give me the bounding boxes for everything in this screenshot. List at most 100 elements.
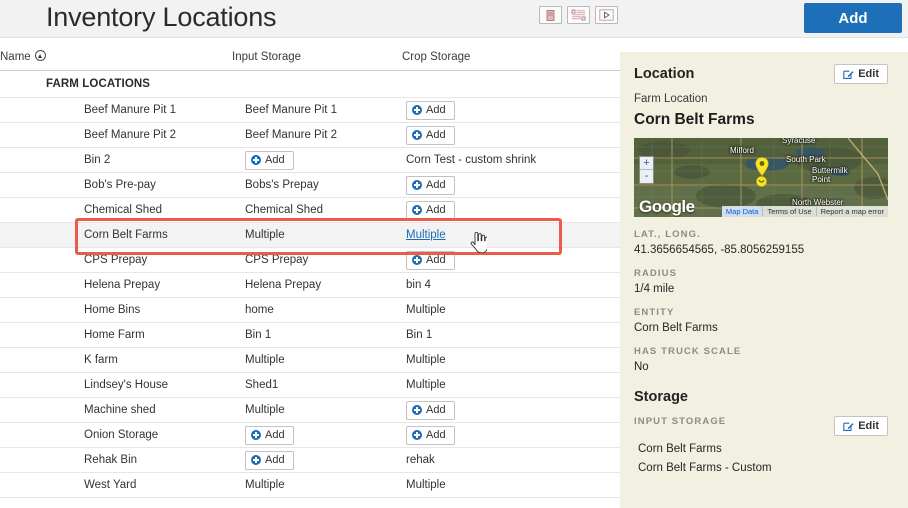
- cell-input-storage: Multiple: [232, 472, 402, 498]
- cell-input-storage: Bin 1: [232, 322, 402, 348]
- column-header-crop-storage[interactable]: Crop Storage: [402, 38, 620, 71]
- add-label: Add: [426, 178, 446, 191]
- field-value: 1/4 mile: [634, 283, 675, 295]
- cell-input-storage: home: [232, 297, 402, 323]
- add-label: Add: [265, 428, 285, 441]
- input-storage-header-row: INPUT STORAGE Edit: [634, 416, 888, 436]
- cell-location-name: Rehak Bin: [0, 447, 232, 473]
- add-label: Add: [426, 203, 446, 216]
- group-label: FARM LOCATIONS: [0, 70, 620, 98]
- cell-crop-storage: Add: [402, 97, 620, 123]
- location-type: Farm Location: [634, 93, 708, 105]
- map-pin-marker: [755, 157, 769, 176]
- plus-circle-icon: [412, 130, 422, 140]
- table-row[interactable]: K farm Multiple Multiple: [0, 347, 620, 373]
- table-row[interactable]: CPS Prepay CPS Prepay Add: [0, 247, 620, 273]
- plus-circle-icon: [412, 205, 422, 215]
- field-label: HAS TRUCK SCALE: [634, 346, 742, 357]
- edit-location-label: Edit: [858, 68, 879, 80]
- export-presentation-icon[interactable]: [595, 6, 618, 24]
- table-row[interactable]: Bob's Pre-pay Bobs's Prepay Add: [0, 172, 620, 198]
- field-label: LAT., LONG.: [634, 229, 701, 240]
- cell-input-storage: Shed1: [232, 372, 402, 398]
- table-row[interactable]: Beef Manure Pit 1 Beef Manure Pit 1 Add: [0, 97, 620, 123]
- table-row[interactable]: Chemical Shed Chemical Shed Add: [0, 197, 620, 223]
- plus-circle-icon: [412, 405, 422, 415]
- table-row[interactable]: Machine shed Multiple Add: [0, 397, 620, 423]
- pencil-icon: [843, 70, 854, 79]
- export-pdf-icon[interactable]: [539, 6, 562, 24]
- column-header-input-storage[interactable]: Input Storage: [232, 38, 402, 71]
- add-crop-storage-button[interactable]: Add: [406, 175, 455, 195]
- cell-crop-storage: Add: [402, 247, 620, 273]
- field-label: ENTITY: [634, 307, 675, 318]
- cell-location-name: CPS Prepay: [0, 247, 232, 273]
- edit-location-button[interactable]: Edit: [834, 64, 888, 84]
- table-row[interactable]: Home Farm Bin 1 Bin 1: [0, 322, 620, 348]
- cell-crop-storage: Multiple: [402, 347, 620, 373]
- add-label: Add: [426, 253, 446, 266]
- location-heading: Location: [634, 66, 695, 82]
- table-header: Name Input Storage Crop Storage: [0, 38, 620, 71]
- cell-location-name: Onion Storage: [0, 422, 232, 448]
- add-button[interactable]: Add: [804, 3, 902, 33]
- add-crop-storage-button[interactable]: Add: [406, 400, 455, 420]
- add-input-storage-button[interactable]: Add: [245, 150, 294, 170]
- add-input-storage-button[interactable]: Add: [245, 425, 294, 445]
- detail-sidebar: Location Edit Farm Location Corn Belt Fa…: [620, 52, 908, 508]
- table-row[interactable]: Onion Storage Add Add: [0, 422, 620, 448]
- map-data-link[interactable]: Map Data: [721, 207, 763, 216]
- storage-list-item[interactable]: Corn Belt Farms - Custom: [634, 462, 888, 474]
- plus-circle-icon: [412, 255, 422, 265]
- edit-storage-button[interactable]: Edit: [834, 416, 888, 436]
- storage-list-item[interactable]: Corn Belt Farms: [634, 443, 888, 455]
- table-body: FARM LOCATIONS Beef Manure Pit 1 Beef Manu…: [0, 70, 620, 498]
- map-zoom-controls[interactable]: + -: [639, 156, 654, 184]
- table-row[interactable]: West Yard Multiple Multiple: [0, 472, 620, 498]
- add-crop-storage-button[interactable]: Add: [406, 100, 455, 120]
- map-label-buttermilk-point: Buttermilk Point: [812, 166, 848, 184]
- google-logo: Google: [639, 197, 695, 216]
- table-row[interactable]: Rehak Bin Add rehak: [0, 447, 620, 473]
- pencil-icon: [843, 422, 854, 431]
- table-row[interactable]: Lindsey's House Shed1 Multiple: [0, 372, 620, 398]
- map-report-error-link[interactable]: Report a map error: [815, 207, 888, 216]
- cell-location-name: Chemical Shed: [0, 197, 232, 223]
- table-row[interactable]: Home Bins home Multiple: [0, 297, 620, 323]
- cell-location-name: Helena Prepay: [0, 272, 232, 298]
- column-header-name[interactable]: Name: [0, 38, 232, 71]
- location-map[interactable]: Syracuse Milford South Park Buttermilk P…: [634, 138, 888, 217]
- add-crop-storage-button[interactable]: Add: [406, 125, 455, 145]
- inventory-locations-page: Inventory Locations Add Name Input Stora…: [0, 0, 908, 508]
- page-header: Inventory Locations Add: [0, 0, 908, 38]
- add-label: Add: [265, 153, 285, 166]
- add-label: Add: [426, 428, 446, 441]
- export-spreadsheet-icon[interactable]: [567, 6, 590, 24]
- field-value: Corn Belt Farms: [634, 322, 718, 334]
- cell-crop-storage: Bin 1: [402, 322, 620, 348]
- table-row[interactable]: Beef Manure Pit 2 Beef Manure Pit 2 Add: [0, 122, 620, 148]
- storage-heading: Storage: [634, 389, 688, 405]
- plus-circle-icon: [412, 180, 422, 190]
- crop-storage-link[interactable]: Multiple: [406, 229, 446, 241]
- table-group-header: FARM LOCATIONS: [0, 70, 620, 98]
- table-row[interactable]: Helena Prepay Helena Prepay bin 4: [0, 272, 620, 298]
- location-name: Corn Belt Farms: [634, 111, 755, 128]
- add-crop-storage-button[interactable]: Add: [406, 200, 455, 220]
- map-zoom-in-button[interactable]: +: [640, 157, 653, 170]
- add-label: Add: [426, 103, 446, 116]
- add-input-storage-button[interactable]: Add: [245, 450, 294, 470]
- cell-location-name: Beef Manure Pit 1: [0, 97, 232, 123]
- add-crop-storage-button[interactable]: Add: [406, 425, 455, 445]
- sort-ascending-icon[interactable]: [34, 50, 46, 61]
- field-label: RADIUS: [634, 268, 678, 279]
- export-button-group: [539, 6, 618, 24]
- map-terms-link[interactable]: Terms of Use: [762, 207, 815, 216]
- table-row[interactable]: Bin 2 Add Corn Test - custom shrink: [0, 147, 620, 173]
- add-crop-storage-button[interactable]: Add: [406, 250, 455, 270]
- cell-input-storage: Add: [232, 147, 402, 173]
- cell-crop-storage: bin 4: [402, 272, 620, 298]
- table-row[interactable]: Corn Belt Farms Multiple Multiple: [0, 222, 620, 248]
- cell-input-storage: Bobs's Prepay: [232, 172, 402, 198]
- map-zoom-out-button[interactable]: -: [640, 170, 653, 183]
